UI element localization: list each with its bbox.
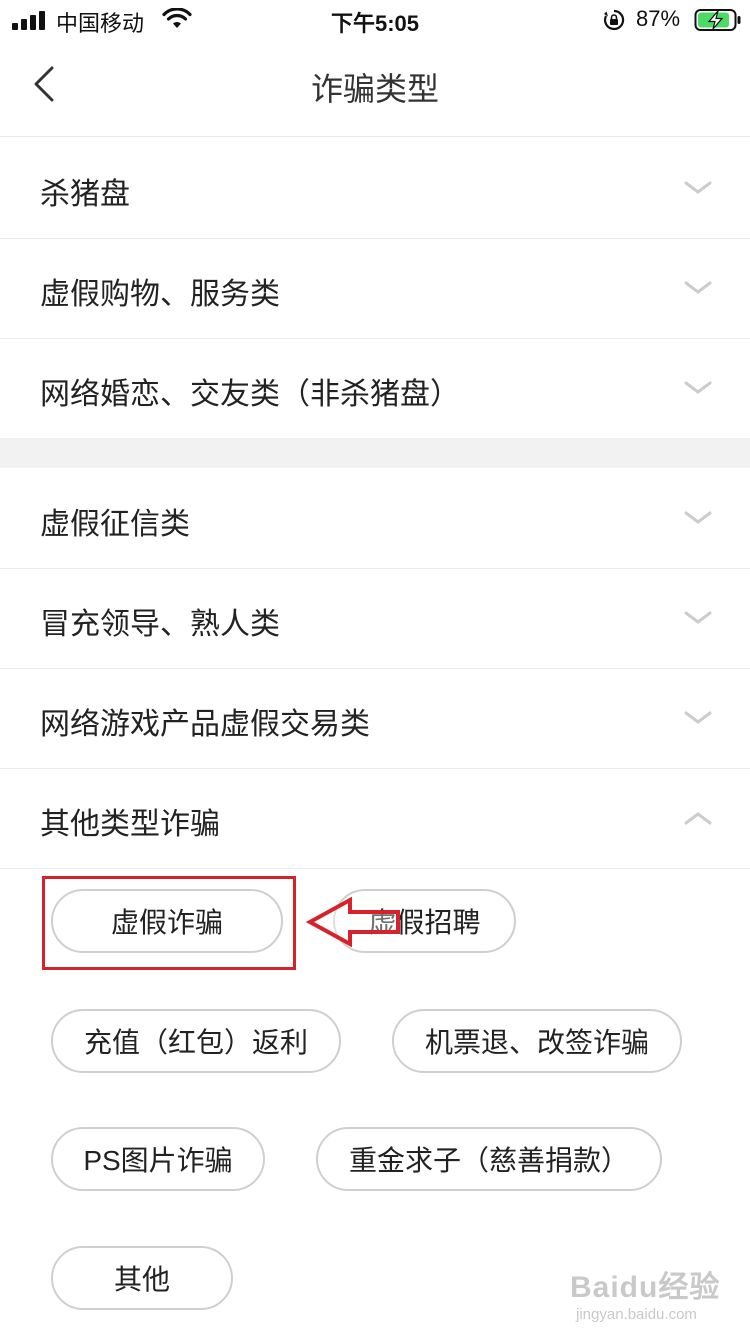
category-row-fake-shopping[interactable]: 虚假购物、服务类 [0, 239, 750, 339]
chevron-down-icon [684, 181, 712, 194]
chevron-down-icon [684, 511, 712, 524]
category-label: 冒充领导、熟人类 [40, 608, 280, 641]
watermark-url: jingyan.baidu.com [576, 1306, 697, 1323]
category-label: 虚假购物、服务类 [40, 278, 280, 311]
battery-charging-icon [694, 9, 741, 31]
category-row-impersonation[interactable]: 冒充领导、熟人类 [0, 569, 750, 669]
page-title: 诈骗类型 [310, 71, 439, 107]
category-row-game-trading[interactable]: 网络游戏产品虚假交易类 [0, 669, 750, 769]
chevron-down-icon [684, 381, 712, 394]
category-label: 网络婚恋、交友类（非杀猪盘） [40, 378, 460, 411]
category-label: 杀猪盘 [40, 178, 130, 211]
chevron-down-icon [684, 711, 712, 724]
chevron-up-icon [684, 812, 712, 825]
chevron-down-icon [684, 611, 712, 624]
category-row-online-dating[interactable]: 网络婚恋、交友类（非杀猪盘） [0, 339, 750, 439]
category-label: 其他类型诈骗 [40, 808, 220, 841]
chevron-down-icon [684, 281, 712, 294]
category-label: 虚假征信类 [40, 508, 190, 541]
battery-percent: 87% [636, 6, 681, 31]
category-row-pig-butchering[interactable]: 杀猪盘 [0, 139, 750, 239]
category-label: 网络游戏产品虚假交易类 [40, 708, 370, 741]
section-divider [0, 438, 750, 468]
watermark: Baidu经验 jingyan.baidu.com [570, 1262, 740, 1323]
highlight-box [42, 876, 296, 970]
category-row-fake-credit[interactable]: 虚假征信类 [0, 469, 750, 569]
left-arrow-annotation-icon [306, 897, 400, 947]
subtype-chip-heir-seeking[interactable]: 重金求子（慈善捐款） [316, 1127, 662, 1191]
subtype-chip-other[interactable]: 其他 [51, 1246, 233, 1310]
nav-bar: 诈骗类型 [0, 40, 750, 137]
watermark-logo: Baidu经验 [570, 1271, 721, 1304]
subtype-chip-recharge-rebate[interactable]: 充值（红包）返利 [51, 1009, 341, 1073]
rotation-lock-icon [603, 9, 625, 31]
subtype-chip-flight-refund[interactable]: 机票退、改签诈骗 [392, 1009, 682, 1073]
category-row-other-types[interactable]: 其他类型诈骗 [0, 769, 750, 869]
status-bar: 中国移动 下午5:05 87% [0, 0, 750, 40]
subtype-chip-ps-image[interactable]: PS图片诈骗 [51, 1127, 265, 1191]
